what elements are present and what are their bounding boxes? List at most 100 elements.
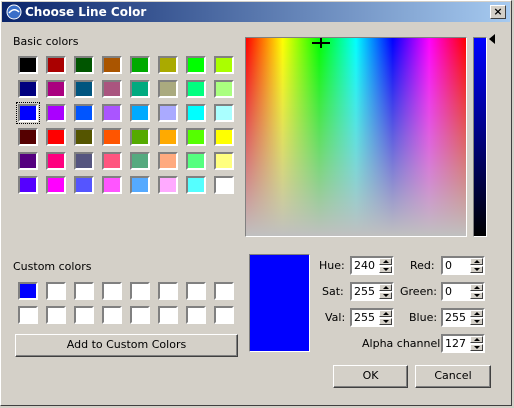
color-swatch[interactable] (102, 80, 122, 98)
color-swatch[interactable] (158, 56, 178, 74)
color-swatch[interactable] (74, 306, 94, 324)
sat-down-arrow[interactable] (379, 292, 392, 299)
color-swatch[interactable] (130, 80, 150, 98)
color-swatch[interactable] (158, 104, 178, 122)
green-label: Green: (400, 285, 438, 298)
color-swatch[interactable] (46, 128, 66, 146)
alpha-spinbox[interactable]: 127 (441, 334, 485, 353)
red-down-arrow[interactable] (470, 266, 483, 273)
color-swatch[interactable] (130, 306, 150, 324)
close-icon: × (493, 5, 503, 18)
red-up-arrow[interactable] (470, 258, 483, 265)
hue-down-arrow[interactable] (379, 266, 392, 273)
val-label: Val: (325, 311, 346, 324)
color-dialog: Choose Line Color × Basic colors Custom … (0, 0, 512, 406)
color-swatch[interactable] (18, 282, 38, 300)
color-swatch[interactable] (74, 176, 94, 194)
hue-up-arrow[interactable] (379, 258, 392, 265)
color-swatch[interactable] (186, 56, 206, 74)
color-swatch[interactable] (46, 80, 66, 98)
color-swatch[interactable] (186, 128, 206, 146)
color-swatch[interactable] (130, 104, 150, 122)
blue-down-arrow[interactable] (470, 318, 483, 325)
val-down-arrow[interactable] (379, 318, 392, 325)
color-swatch[interactable] (46, 282, 66, 300)
color-swatch[interactable] (102, 104, 122, 122)
color-swatch[interactable] (158, 306, 178, 324)
color-swatch[interactable] (18, 128, 38, 146)
color-swatch[interactable] (102, 128, 122, 146)
color-swatch[interactable] (214, 128, 234, 146)
color-swatch[interactable] (186, 306, 206, 324)
color-swatch[interactable] (186, 80, 206, 98)
color-swatch[interactable] (186, 104, 206, 122)
color-swatch[interactable] (186, 176, 206, 194)
color-swatch[interactable] (102, 282, 122, 300)
color-swatch[interactable] (186, 282, 206, 300)
color-swatch[interactable] (18, 152, 38, 170)
color-swatch[interactable] (46, 306, 66, 324)
color-swatch[interactable] (102, 56, 122, 74)
color-swatch[interactable] (158, 128, 178, 146)
color-swatch[interactable] (130, 56, 150, 74)
hue-spinbox[interactable]: 240 (350, 256, 394, 275)
color-swatch[interactable] (158, 80, 178, 98)
color-swatch[interactable] (18, 80, 38, 98)
color-swatch[interactable] (214, 56, 234, 74)
color-swatch[interactable] (18, 176, 38, 194)
color-swatch[interactable] (46, 104, 66, 122)
alpha-down-arrow[interactable] (470, 344, 483, 351)
color-swatch[interactable] (74, 56, 94, 74)
blue-spinbox[interactable]: 255 (441, 308, 485, 327)
color-swatch[interactable] (130, 282, 150, 300)
color-swatch[interactable] (158, 152, 178, 170)
green-spinbox[interactable]: 0 (441, 282, 485, 301)
cancel-button[interactable]: Cancel (415, 365, 491, 388)
val-up-arrow[interactable] (379, 310, 392, 317)
color-swatch[interactable] (74, 152, 94, 170)
color-swatch[interactable] (16, 102, 40, 124)
ok-button[interactable]: OK (333, 365, 408, 388)
color-swatch[interactable] (74, 80, 94, 98)
val-spinbox[interactable]: 255 (350, 308, 394, 327)
green-up-arrow[interactable] (470, 284, 483, 291)
sat-up-arrow[interactable] (379, 284, 392, 291)
alpha-up-arrow[interactable] (470, 336, 483, 343)
color-swatch[interactable] (158, 282, 178, 300)
color-swatch[interactable] (214, 282, 234, 300)
value-slider[interactable] (473, 37, 487, 237)
color-swatch[interactable] (102, 306, 122, 324)
window-title: Choose Line Color (25, 5, 147, 19)
sat-spinbox[interactable]: 255 (350, 282, 394, 301)
color-swatch[interactable] (46, 152, 66, 170)
color-swatch[interactable] (214, 176, 234, 194)
color-swatch[interactable] (214, 80, 234, 98)
color-swatch[interactable] (74, 282, 94, 300)
alpha-label: Alpha channel: (362, 337, 445, 350)
color-swatch[interactable] (18, 56, 38, 74)
color-swatch[interactable] (46, 56, 66, 74)
color-swatch[interactable] (102, 176, 122, 194)
hue-saturation-picker[interactable] (245, 37, 467, 237)
color-swatch[interactable] (214, 152, 234, 170)
color-swatch[interactable] (18, 306, 38, 324)
red-spinbox[interactable]: 0 (441, 256, 485, 275)
color-swatch[interactable] (130, 176, 150, 194)
blue-up-arrow[interactable] (470, 310, 483, 317)
green-down-arrow[interactable] (470, 292, 483, 299)
color-swatch[interactable] (130, 152, 150, 170)
color-swatch[interactable] (214, 306, 234, 324)
value-arrow-icon[interactable] (489, 34, 495, 44)
color-swatch[interactable] (158, 176, 178, 194)
basic-colors-label: Basic colors (13, 35, 79, 48)
color-swatch[interactable] (102, 152, 122, 170)
color-swatch[interactable] (46, 176, 66, 194)
color-swatch[interactable] (186, 152, 206, 170)
add-custom-colors-button[interactable]: Add to Custom Colors (15, 334, 238, 357)
color-swatch[interactable] (74, 104, 94, 122)
color-swatch[interactable] (214, 104, 234, 122)
color-swatch[interactable] (74, 128, 94, 146)
color-swatch[interactable] (130, 128, 150, 146)
close-button[interactable]: × (490, 5, 506, 19)
color-preview (249, 254, 310, 352)
